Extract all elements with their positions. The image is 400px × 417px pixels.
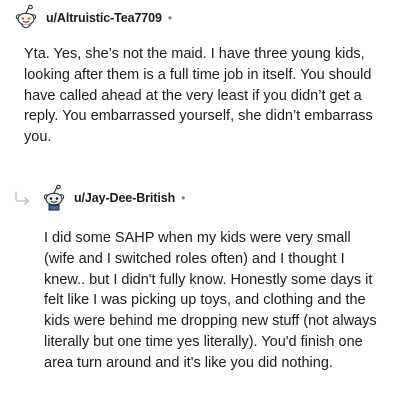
separator-dot: • bbox=[167, 11, 173, 25]
comment-body: Yta. Yes, she’s not the maid. I have thr… bbox=[24, 46, 373, 146]
comment-username[interactable]: u/Jay-Dee-British bbox=[74, 191, 175, 205]
reply-arrow-icon bbox=[15, 191, 30, 205]
reddit-snoo-avatar-icon[interactable] bbox=[42, 184, 66, 212]
comment-header: u/Jay-Dee-British • bbox=[14, 182, 185, 214]
comment-username[interactable]: u/Altruistic-Tea7709 bbox=[46, 11, 162, 25]
reddit-snoo-avatar-icon[interactable] bbox=[14, 4, 38, 32]
comment-header: u/Altruistic-Tea7709 • bbox=[14, 2, 172, 34]
separator-dot: • bbox=[181, 191, 186, 205]
comment-body: I did some SAHP when my kids were very s… bbox=[44, 230, 377, 371]
